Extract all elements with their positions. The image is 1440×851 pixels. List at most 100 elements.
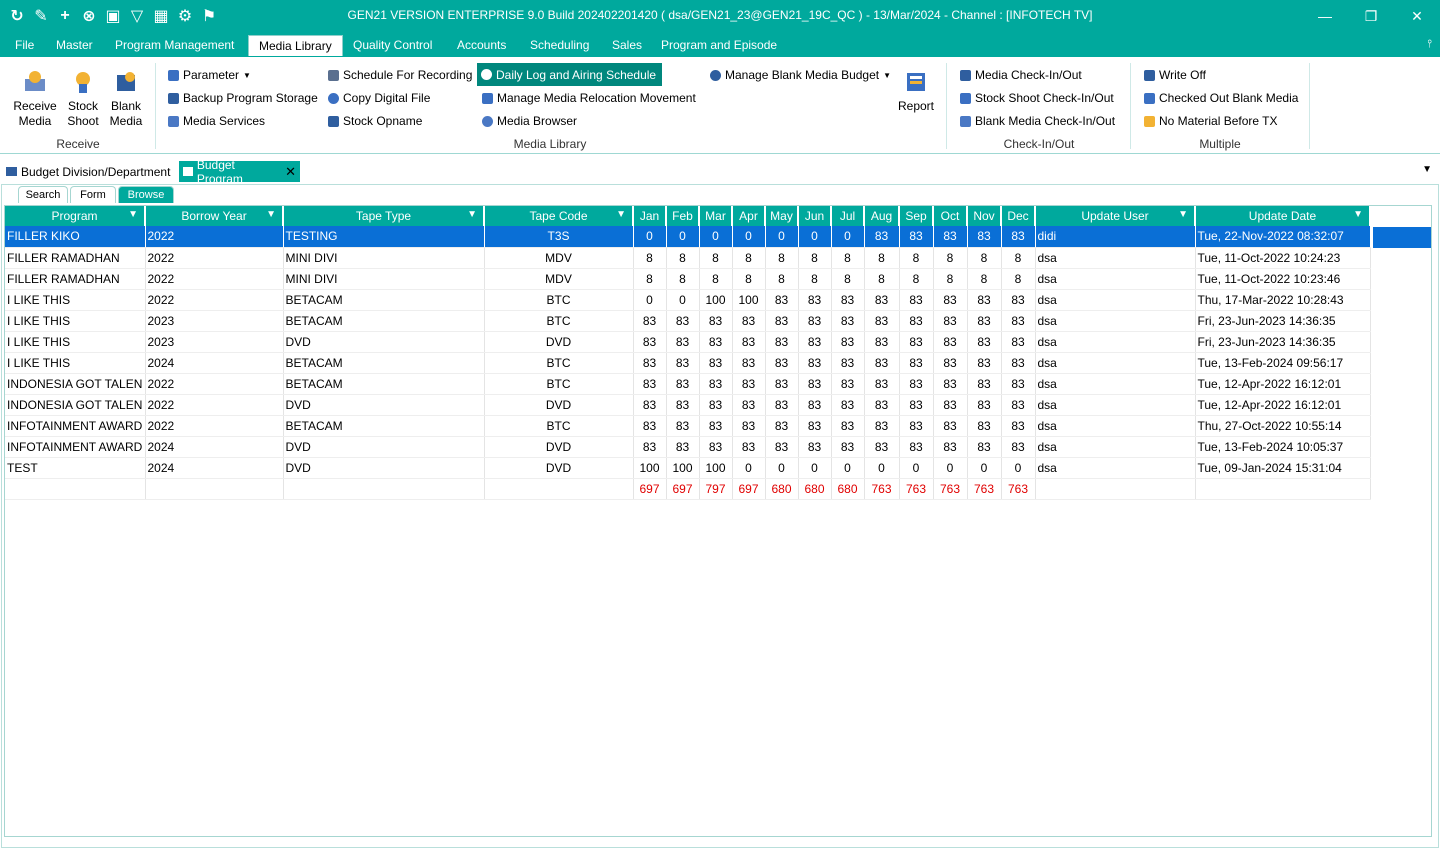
column-header-jul[interactable]: Jul xyxy=(831,206,865,226)
table-row[interactable]: INDONESIA GOT TALEN 2022 BETACAM BTC 83 83 83 8… xyxy=(5,373,1371,395)
menu-file[interactable]: File xyxy=(15,36,34,54)
report-button[interactable]: Report xyxy=(894,69,938,114)
table-cell: INFOTAINMENT AWARD xyxy=(5,436,146,458)
table-row[interactable]: INFOTAINMENT AWARD 2022 BETACAM BTC 83 83 83 83… xyxy=(5,415,1371,437)
media-browser-button[interactable]: Media Browser xyxy=(482,111,577,131)
menu-media-library[interactable]: Media Library xyxy=(248,35,343,56)
column-header-mar[interactable]: Mar xyxy=(699,206,733,226)
manage-media-relocation-button[interactable]: Manage Media Relocation Movement xyxy=(482,88,696,108)
media-services-button[interactable]: Media Services xyxy=(168,111,265,131)
table-cell: 83 xyxy=(666,436,700,458)
column-header-label: Dec xyxy=(1007,209,1029,223)
menu-accounts[interactable]: Accounts xyxy=(457,36,506,54)
table-row[interactable]: I LIKE THIS 2022 BETACAM BTC 0 0 100 100 83 83 83 8… xyxy=(5,289,1371,311)
blank-media-button[interactable]: Blank Media xyxy=(104,69,148,129)
table-cell: 83 xyxy=(798,331,832,353)
budget-icon xyxy=(710,69,721,81)
menu-quality-control[interactable]: Quality Control xyxy=(353,36,432,54)
table-cell: 83 xyxy=(699,331,733,353)
filter-dropdown-icon[interactable]: ▼ xyxy=(1178,209,1188,220)
receive-media-button[interactable]: Receive Media xyxy=(13,69,57,129)
table-cell: dsa xyxy=(1035,415,1196,437)
table-row[interactable]: I LIKE THIS 2023 BETACAM BTC 83 83 83 83 83 83 83 8… xyxy=(5,310,1371,332)
column-header-update-date[interactable]: Update Date ▼ xyxy=(1195,206,1371,226)
menu-sales[interactable]: Sales xyxy=(612,36,642,54)
table-row[interactable]: TEST 2024 DVD DVD 100 100 100 0 0 0 0 0 0 0 0 0 dsa Tue, … xyxy=(5,457,1371,479)
column-header-jun[interactable]: Jun xyxy=(798,206,832,226)
table-row[interactable]: FILLER KIKO 2022 TESTING T3S 0 0 0 0 0 0 0 83 83 83 83… xyxy=(5,226,1371,248)
write-off-label: Write Off xyxy=(1159,68,1206,82)
table-row[interactable]: FILLER RAMADHAN 2022 MINI DIVI MDV 8 8 8 8 8 8 8 8 8… xyxy=(5,247,1371,269)
menu-master[interactable]: Master xyxy=(56,36,93,54)
total-cell xyxy=(145,478,284,500)
copy-digital-file-button[interactable]: Copy Digital File xyxy=(328,88,430,108)
table-cell: 83 xyxy=(933,226,968,248)
filter-dropdown-icon[interactable]: ▼ xyxy=(266,209,276,220)
minimize-icon[interactable]: — xyxy=(1302,0,1348,32)
column-header-dec[interactable]: Dec xyxy=(1001,206,1036,226)
menu-scheduling[interactable]: Scheduling xyxy=(530,36,589,54)
filter-dropdown-icon[interactable]: ▼ xyxy=(1353,209,1363,220)
table-cell: 8 xyxy=(633,247,667,269)
backup-program-storage-button[interactable]: Backup Program Storage xyxy=(168,88,318,108)
table-cell: 83 xyxy=(699,394,733,416)
tab-form[interactable]: Form xyxy=(70,186,116,203)
column-header-tape-code[interactable]: Tape Code ▼ xyxy=(484,206,634,226)
column-header-may[interactable]: May xyxy=(765,206,799,226)
menu-program-and-episode[interactable]: Program and Episode xyxy=(661,36,777,54)
table-cell: 100 xyxy=(699,457,733,479)
table-row[interactable]: INDONESIA GOT TALEN 2022 DVD DVD 83 83 83 83 83 8… xyxy=(5,394,1371,416)
column-header-feb[interactable]: Feb xyxy=(666,206,700,226)
column-header-borrow-year[interactable]: Borrow Year ▼ xyxy=(145,206,284,226)
column-header-apr[interactable]: Apr xyxy=(732,206,766,226)
column-header-aug[interactable]: Aug xyxy=(864,206,900,226)
table-cell: TESTING xyxy=(283,226,485,248)
stock-opname-button[interactable]: Stock Opname xyxy=(328,111,422,131)
table-row[interactable]: INFOTAINMENT AWARD 2024 DVD DVD 83 83 83 83 83 83… xyxy=(5,436,1371,458)
column-header-update-user[interactable]: Update User ▼ xyxy=(1035,206,1196,226)
table-row[interactable]: I LIKE THIS 2024 BETACAM BTC 83 83 83 83 83 83 83 8… xyxy=(5,352,1371,374)
column-header-jan[interactable]: Jan xyxy=(633,206,667,226)
column-header-nov[interactable]: Nov xyxy=(967,206,1002,226)
tab-budget-program[interactable]: Budget Program ✕ xyxy=(179,158,300,186)
media-check-in-out-button[interactable]: Media Check-In/Out xyxy=(960,65,1082,85)
menu-program-management[interactable]: Program Management xyxy=(115,36,234,54)
daily-log-airing-schedule-button[interactable]: Daily Log and Airing Schedule xyxy=(477,63,663,86)
tab-budget-division[interactable]: Budget Division/Department ✕ xyxy=(2,161,195,182)
parameter-button[interactable]: Parameter ▼ xyxy=(168,65,251,85)
tab-browse[interactable]: Browse xyxy=(118,186,174,203)
close-icon[interactable]: ✕ xyxy=(285,164,296,180)
table-row[interactable]: FILLER RAMADHAN 2022 MINI DIVI MDV 8 8 8 8 8 8 8 8 8… xyxy=(5,268,1371,290)
column-header-oct[interactable]: Oct xyxy=(933,206,968,226)
write-off-button[interactable]: Write Off xyxy=(1144,65,1206,85)
table-cell: 100 xyxy=(633,457,667,479)
tab-search[interactable]: Search xyxy=(18,186,68,203)
filter-dropdown-icon[interactable]: ▼ xyxy=(616,209,626,220)
filter-dropdown-icon[interactable]: ▼ xyxy=(467,209,477,220)
column-header-sep[interactable]: Sep xyxy=(899,206,934,226)
table-cell: 83 xyxy=(633,394,667,416)
manage-blank-media-budget-button[interactable]: Manage Blank Media Budget ▼ xyxy=(710,65,891,85)
schedule-for-recording-button[interactable]: Schedule For Recording xyxy=(328,65,472,85)
chevron-down-icon[interactable]: ▼ xyxy=(1422,164,1432,175)
stock-shoot-button[interactable]: Stock Shoot xyxy=(61,69,105,129)
close-icon[interactable]: ✕ xyxy=(1394,0,1440,32)
table-cell: 83 xyxy=(933,394,968,416)
checked-out-blank-media-button[interactable]: Checked Out Blank Media xyxy=(1144,88,1298,108)
no-material-label: No Material Before TX xyxy=(1159,114,1278,128)
pin-icon[interactable]: ⫯ xyxy=(1427,38,1432,51)
daily-log-label: Daily Log and Airing Schedule xyxy=(496,67,657,82)
relocation-label: Manage Media Relocation Movement xyxy=(497,91,696,105)
total-cell: 680 xyxy=(798,478,832,500)
table-cell: 83 xyxy=(699,373,733,395)
column-header-tape-type[interactable]: Tape Type ▼ xyxy=(283,206,485,226)
stock-shoot-check-in-out-button[interactable]: Stock Shoot Check-In/Out xyxy=(960,88,1114,108)
blank-media-check-in-out-button[interactable]: Blank Media Check-In/Out xyxy=(960,111,1115,131)
table-cell: 0 xyxy=(732,457,766,479)
filter-dropdown-icon[interactable]: ▼ xyxy=(128,209,138,220)
schedule-recording-label: Schedule For Recording xyxy=(343,68,473,82)
table-row[interactable]: I LIKE THIS 2023 DVD DVD 83 83 83 83 83 83 83 83 83 8… xyxy=(5,331,1371,353)
column-header-program[interactable]: Program ▼ xyxy=(5,206,146,226)
no-material-before-tx-button[interactable]: No Material Before TX xyxy=(1144,111,1278,131)
maximize-icon[interactable]: ❐ xyxy=(1348,0,1394,32)
